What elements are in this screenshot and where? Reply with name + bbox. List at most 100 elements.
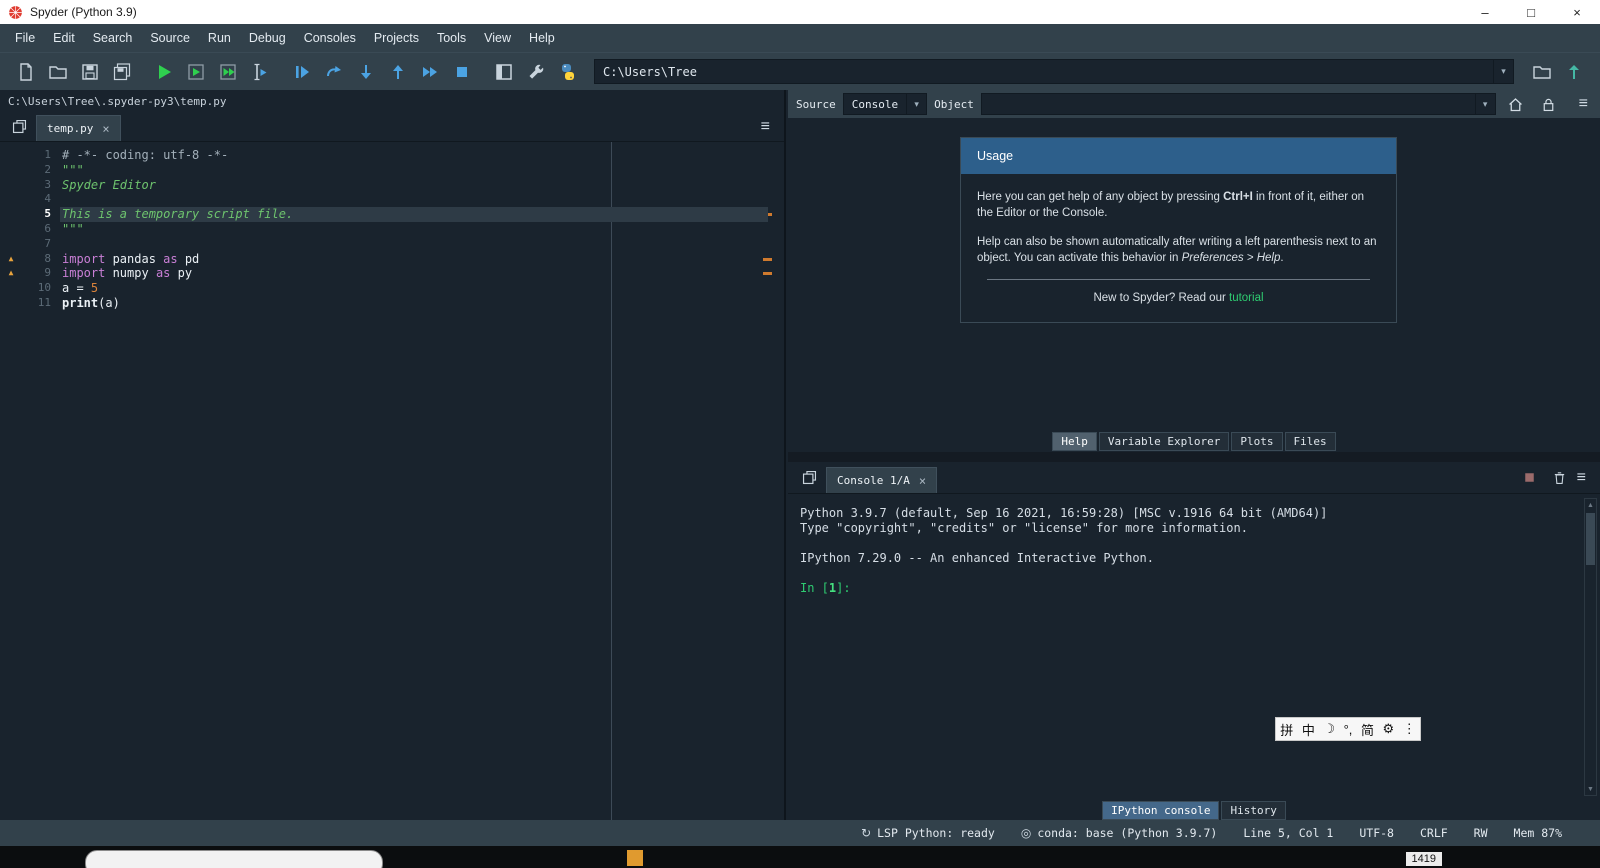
console-tab[interactable]: Console 1/A × [826,467,938,493]
run-current-line-button[interactable] [318,57,350,87]
tab-history[interactable]: History [1221,800,1286,820]
ime-item-6[interactable]: ⋮ [1402,721,1417,737]
ime-item-2[interactable]: ☽ [1322,721,1336,737]
usage-p1-pre: Here you can get help of any object by p… [977,191,1224,203]
editor-line[interactable]: 3 Spyder Editor [0,178,784,193]
step-return-button[interactable] [382,57,414,87]
new-file-button[interactable] [10,57,42,87]
remove-variables-button[interactable] [1547,465,1573,491]
console-scrollbar[interactable]: ▲ ▼ [1584,498,1597,796]
menu-item-search[interactable]: Search [84,27,142,49]
menu-item-run[interactable]: Run [199,27,240,49]
editor-line[interactable]: ▲ 9 import numpy as py [0,266,784,281]
menu-item-consoles[interactable]: Consoles [295,27,365,49]
interrupt-kernel-button[interactable] [1517,465,1543,491]
tab-close-icon[interactable]: × [102,122,109,136]
ime-toolbar[interactable]: 拼中 ☽ °, 简 ⚙ ⋮ [1275,717,1421,741]
save-all-button[interactable] [106,57,138,87]
console-prompt[interactable]: In [1]: [800,581,1574,596]
tab-files[interactable]: Files [1284,431,1336,451]
run-button[interactable] [148,57,180,87]
gutter-space [0,281,22,296]
run-cell-button[interactable] [180,57,212,87]
tab-variable-explorer[interactable]: Variable Explorer [1098,431,1230,451]
editor-line[interactable]: 4 [0,192,784,207]
debug-file-button[interactable] [286,57,318,87]
editor-line[interactable]: 11 print(a) [0,296,784,311]
editor-line[interactable]: 7 [0,237,784,252]
minimize-button[interactable]: – [1462,0,1508,24]
ime-item-5[interactable]: ⚙ [1382,721,1396,737]
ime-item-0[interactable]: 拼 [1279,720,1294,739]
menu-item-edit[interactable]: Edit [44,27,84,49]
home-button[interactable] [1503,92,1529,116]
preferences-button[interactable] [520,57,552,87]
editor-line[interactable]: 6 """ [0,222,784,237]
editor-options-icon[interactable]: ≡ [761,118,770,135]
working-directory-combobox[interactable]: C:\Users\Tree ▾ [594,59,1514,84]
editor-line[interactable]: 2 """ [0,163,784,178]
source-combobox[interactable]: Console ▾ [842,93,928,115]
code-token: # -*- coding: utf-8 -*- [62,148,229,162]
editor-line[interactable]: 10 a = 5 [0,281,784,296]
continue-button[interactable] [414,57,446,87]
tab-close-icon[interactable]: × [919,474,926,488]
menu-item-source[interactable]: Source [141,27,199,49]
editor-line[interactable]: 5 This is a temporary script file. [0,207,784,222]
lock-button[interactable] [1536,92,1562,116]
menu-item-file[interactable]: File [6,27,44,49]
menu-item-projects[interactable]: Projects [365,27,428,49]
code-editor[interactable]: 1 # -*- coding: utf-8 -*- 2 """ 3 Spyder Edit… [0,142,784,820]
step-into-button[interactable] [350,57,382,87]
menu-item-view[interactable]: View [475,27,520,49]
browse-directory-button[interactable] [1526,57,1558,87]
run-cell-advance-button[interactable] [212,57,244,87]
ime-item-4[interactable]: 简 [1360,720,1375,739]
dropdown-icon[interactable]: ▾ [1474,94,1495,114]
open-file-button[interactable] [42,57,74,87]
scroll-up-icon[interactable]: ▲ [1587,499,1594,511]
python-logo-icon [562,63,574,80]
dropdown-icon[interactable]: ▾ [906,94,926,114]
menu-item-debug[interactable]: Debug [240,27,295,49]
tab-ipython-console[interactable]: IPython console [1102,800,1220,820]
python-env-button[interactable] [552,57,584,87]
close-button[interactable]: × [1554,0,1600,24]
editor-tab-temp-py[interactable]: temp.py × [36,115,121,141]
status-eol: CRLF [1419,826,1448,840]
run-selection-button[interactable] [244,57,276,87]
editor-line[interactable]: ▲ 8 import pandas as pd [0,252,784,267]
console-options-icon[interactable]: ≡ [1577,469,1586,486]
object-combobox[interactable]: ▾ [980,93,1496,115]
stop-button[interactable] [446,57,478,87]
parent-directory-button[interactable] [1558,57,1590,87]
line-number: 10 [37,281,51,295]
maximize-button[interactable]: □ [1508,0,1554,24]
tab-plots[interactable]: Plots [1231,431,1283,451]
menu-item-help[interactable]: Help [520,27,564,49]
windows-taskbar[interactable]: 1419 [0,846,1600,868]
tab-help[interactable]: Help [1052,431,1097,451]
tutorial-link[interactable]: tutorial [1229,292,1264,304]
browse-console-tabs-button[interactable] [796,465,822,491]
editor-line[interactable]: 1 # -*- coding: utf-8 -*- [0,148,784,163]
ime-item-1[interactable]: 中 [1301,720,1316,739]
scroll-down-icon[interactable]: ▼ [1587,783,1594,795]
ime-item-3[interactable]: °, [1343,722,1354,737]
code-token: Spyder Editor [62,177,156,192]
pane-splitter[interactable] [788,452,1600,462]
dropdown-icon[interactable]: ▾ [1493,60,1513,83]
help-options-icon[interactable]: ≡ [1579,96,1588,112]
taskbar-app-icon[interactable] [627,850,643,866]
save-button[interactable] [74,57,106,87]
object-input[interactable] [981,97,1475,111]
console-output[interactable]: Python 3.9.7 (default, Sep 16 2021, 16:5… [788,494,1600,800]
browse-tabs-button[interactable] [6,114,32,140]
line-number: 7 [44,236,51,250]
taskbar-search-box[interactable] [85,850,383,868]
lsp-icon: ↻ [861,826,872,840]
maximize-pane-button[interactable] [488,57,520,87]
scrollbar-thumb[interactable] [1586,513,1595,565]
line-number: 3 [44,177,51,191]
menu-item-tools[interactable]: Tools [428,27,475,49]
